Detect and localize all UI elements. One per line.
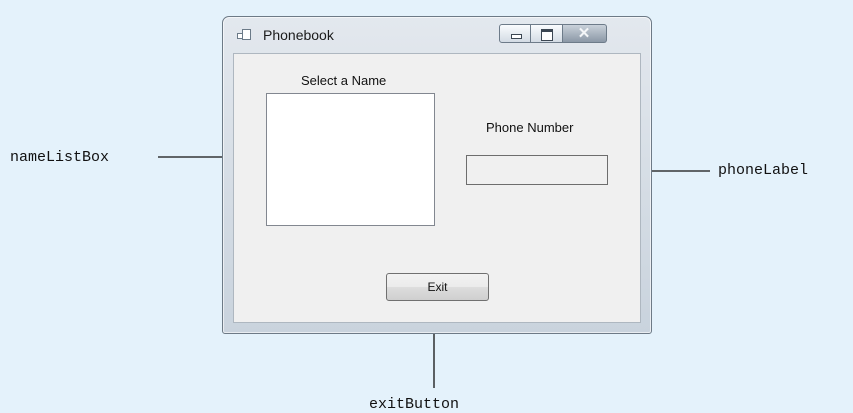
minimize-icon	[511, 34, 522, 39]
phonebook-window: Phonebook ✕ Select a Name Phone Number E…	[222, 16, 652, 334]
phone-label	[466, 155, 608, 185]
maximize-icon	[541, 29, 553, 41]
app-window-icon	[237, 29, 251, 41]
close-button[interactable]: ✕	[563, 24, 607, 43]
maximize-button[interactable]	[531, 24, 563, 43]
close-icon: ✕	[577, 25, 591, 42]
select-name-label: Select a Name	[301, 73, 387, 88]
phone-number-label: Phone Number	[486, 120, 574, 135]
form-client-area: Select a Name Phone Number Exit	[233, 53, 641, 323]
name-list-box[interactable]	[266, 93, 435, 226]
minimize-button[interactable]	[499, 24, 531, 43]
callout-phonelabel: phoneLabel	[718, 162, 809, 179]
callout-exitbutton: exitButton	[369, 396, 460, 413]
title-bar[interactable]: Phonebook ✕	[223, 17, 651, 53]
window-title: Phonebook	[263, 27, 334, 43]
exit-button[interactable]: Exit	[386, 273, 489, 301]
callout-namelistbox: nameListBox	[10, 149, 110, 166]
